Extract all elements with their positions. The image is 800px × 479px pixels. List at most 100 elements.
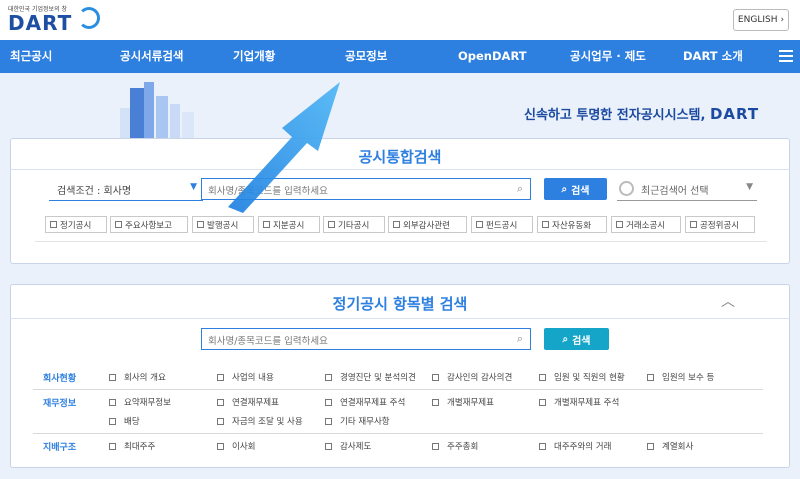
integrated-search-title: 공시통합검색 xyxy=(358,148,442,166)
item-checkbox[interactable]: 감사인의 감사의견 xyxy=(432,371,512,383)
item-checkbox[interactable]: 연결재무제표 xyxy=(217,396,279,408)
item-label: 이사회 xyxy=(232,442,256,452)
checkbox-icon xyxy=(690,221,697,228)
checkbox-icon xyxy=(542,221,549,228)
checkbox-icon xyxy=(263,221,270,228)
item-label: 최대주주 xyxy=(124,442,156,452)
item-search-placeholder: 회사명/종목코드를 입력하세요 xyxy=(208,336,328,347)
chevron-up-icon[interactable]: ︿ xyxy=(721,291,735,311)
filter-label: 공정위공시 xyxy=(700,220,740,231)
item-label: 계열회사 xyxy=(662,442,694,452)
dart-logo[interactable]: 대한민국 기업정보의 창 DART xyxy=(8,4,108,35)
item-checkbox[interactable]: 기타 재무사항 xyxy=(325,415,390,427)
filter-major-report[interactable]: 주요사항보고 xyxy=(110,216,188,233)
item-checkbox[interactable]: 감사제도 xyxy=(325,440,371,452)
filter-external-audit[interactable]: 외부감사관련 xyxy=(388,216,467,233)
item-checkbox[interactable]: 계열회사 xyxy=(647,440,693,452)
search-condition-select[interactable]: 검색조건 : 회사명 ▼ xyxy=(49,177,203,201)
nav-recent-disclosure[interactable]: 최근공시 xyxy=(10,40,52,73)
item-label: 기타 재무사항 xyxy=(340,417,390,427)
checkbox-icon xyxy=(325,398,332,406)
item-checkbox[interactable]: 개별재무제표 xyxy=(432,396,494,408)
nav-disclosure-system[interactable]: 공시업무 · 제도 xyxy=(570,40,646,73)
item-checkbox[interactable]: 경영진단 및 분석의견 xyxy=(325,371,416,383)
search-button[interactable]: ⌕ 검색 xyxy=(544,178,607,200)
company-search-input[interactable]: 회사명/종목코드를 입력하세요 ⌕ xyxy=(201,178,531,200)
chevron-down-icon: ▼ xyxy=(746,182,753,192)
filter-issuance[interactable]: 발행공시 xyxy=(192,216,254,233)
item-checkbox[interactable]: 주주총회 xyxy=(432,440,478,452)
checkbox-icon xyxy=(217,442,224,450)
checkbox-icon xyxy=(432,442,439,450)
item-checkbox[interactable]: 최대주주 xyxy=(109,440,155,452)
checkbox-icon xyxy=(539,398,546,406)
item-checkbox[interactable]: 임원 및 직원의 현황 xyxy=(539,371,625,383)
checkbox-icon xyxy=(109,373,116,381)
item-checkbox[interactable]: 사업의 내용 xyxy=(217,371,274,383)
item-checkbox[interactable]: 개별재무제표 주석 xyxy=(539,396,619,408)
filter-other[interactable]: 기타공시 xyxy=(323,216,385,233)
checkbox-icon xyxy=(115,221,122,228)
search-button-label: 검색 xyxy=(571,185,590,197)
nav-offering-info[interactable]: 공모정보 xyxy=(345,40,387,73)
checkbox-icon xyxy=(109,398,116,406)
logo-swoosh-icon xyxy=(78,7,100,29)
nav-about-dart[interactable]: DART 소개 xyxy=(683,40,743,73)
item-label: 주주총회 xyxy=(447,442,479,452)
checkbox-icon xyxy=(325,373,332,381)
item-checkbox[interactable]: 임원의 보수 등 xyxy=(647,371,714,383)
item-label: 사업의 내용 xyxy=(232,373,274,383)
filter-equity[interactable]: 지분공시 xyxy=(258,216,320,233)
filter-regular[interactable]: 정기공시 xyxy=(45,216,107,233)
english-button[interactable]: ENGLISH › xyxy=(733,9,789,31)
item-checkbox[interactable]: 연결재무제표 주석 xyxy=(325,396,405,408)
item-label: 연결재무제표 xyxy=(232,398,279,408)
item-search-button[interactable]: ⌕ 검색 xyxy=(544,328,609,350)
item-label: 대주주와의 거래 xyxy=(554,442,612,452)
menu-icon[interactable] xyxy=(779,50,793,62)
item-company-search-input[interactable]: 회사명/종목코드를 입력하세요 ⌕ xyxy=(201,328,531,350)
item-label: 경영진단 및 분석의견 xyxy=(340,373,416,383)
nav-company-overview[interactable]: 기업개황 xyxy=(233,40,275,73)
english-label: ENGLISH xyxy=(737,15,778,25)
search-icon: ⌕ xyxy=(516,332,523,345)
item-label: 개별재무제표 xyxy=(447,398,494,408)
search-icon: ⌕ xyxy=(516,182,523,195)
item-label: 감사제도 xyxy=(340,442,372,452)
recent-search-select[interactable]: 최근검색어 선택 ▼ xyxy=(617,177,757,201)
filter-ftc[interactable]: 공정위공시 xyxy=(685,216,755,233)
nav-opendart[interactable]: OpenDART xyxy=(458,40,527,73)
clock-icon xyxy=(619,181,634,196)
item-checkbox[interactable]: 요약재무정보 xyxy=(109,396,171,408)
filter-label: 발행공시 xyxy=(207,220,239,231)
logo-text: DART xyxy=(8,11,73,35)
item-checkbox[interactable]: 대주주와의 거래 xyxy=(539,440,611,452)
checkbox-icon xyxy=(217,398,224,406)
checkbox-icon xyxy=(197,221,204,228)
item-checkbox[interactable]: 배당 xyxy=(109,415,140,427)
item-checkbox[interactable]: 이사회 xyxy=(217,440,255,452)
search-icon: ⌕ xyxy=(562,333,569,345)
chevron-right-icon: › xyxy=(780,15,785,25)
checkbox-icon xyxy=(647,442,654,450)
filter-label: 지분공시 xyxy=(273,220,305,231)
checkbox-icon xyxy=(476,221,483,228)
item-label: 회사의 개요 xyxy=(124,373,166,383)
item-checkbox[interactable]: 자금의 조달 및 사용 xyxy=(217,415,303,427)
nav-document-search[interactable]: 공시서류검색 xyxy=(120,40,183,73)
checkbox-icon xyxy=(325,417,332,425)
filter-exchange[interactable]: 거래소공시 xyxy=(611,216,681,233)
checkbox-icon xyxy=(109,417,116,425)
filter-fund[interactable]: 펀드공시 xyxy=(471,216,533,233)
filter-label: 자산유동화 xyxy=(552,220,592,231)
top-bar: 대한민국 기업정보의 창 DART ENGLISH › xyxy=(0,0,800,40)
row-label-governance: 지배구조 xyxy=(43,443,77,453)
item-label: 자금의 조달 및 사용 xyxy=(232,417,303,427)
filter-label: 외부감사관련 xyxy=(403,220,450,231)
main-nav: 최근공시 공시서류검색 기업개황 공모정보 OpenDART 공시업무 · 제도… xyxy=(0,40,800,73)
item-search-panel: 정기공시 항목별 검색 ︿ 회사명/종목코드를 입력하세요 ⌕ ⌕ 검색 회사현… xyxy=(10,284,790,468)
filter-securitization[interactable]: 자산유동화 xyxy=(537,216,607,233)
filter-label: 주요사항보고 xyxy=(125,220,172,231)
item-checkbox[interactable]: 회사의 개요 xyxy=(109,371,166,383)
row-label-financial-info: 재무정보 xyxy=(43,399,77,409)
